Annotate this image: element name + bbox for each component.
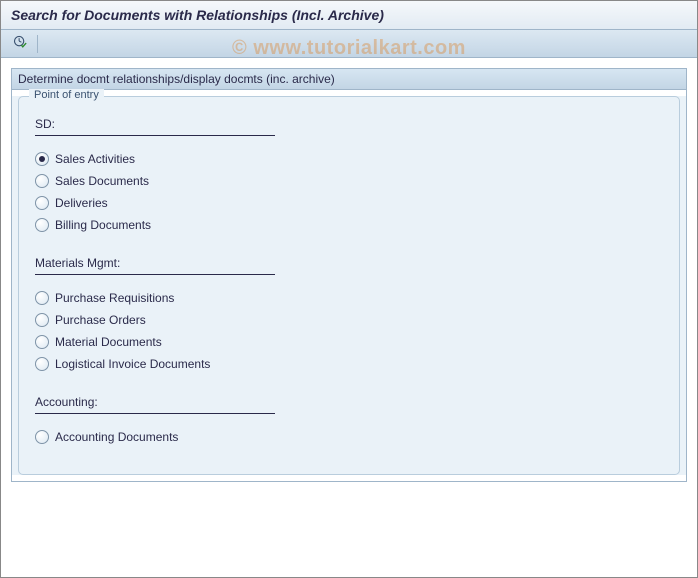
radio-billing-documents[interactable]: Billing Documents xyxy=(35,214,667,236)
radio-label: Purchase Orders xyxy=(55,313,146,327)
radio-icon xyxy=(35,357,49,371)
radio-icon xyxy=(35,313,49,327)
radio-purchase-orders[interactable]: Purchase Orders xyxy=(35,309,667,331)
radio-label: Sales Documents xyxy=(55,174,149,188)
radio-label: Billing Documents xyxy=(55,218,151,232)
radio-deliveries[interactable]: Deliveries xyxy=(35,192,667,214)
radio-label: Purchase Requisitions xyxy=(55,291,174,305)
radio-icon xyxy=(35,152,49,166)
radio-label: Logistical Invoice Documents xyxy=(55,357,210,371)
section-header-accounting: Accounting: xyxy=(31,389,667,413)
clock-check-icon xyxy=(13,35,27,52)
group-point-of-entry: Point of entry SD: Sales Activities Sale… xyxy=(18,96,680,475)
radio-list-mm: Purchase Requisitions Purchase Orders Ma… xyxy=(31,287,667,389)
toolbar-separator xyxy=(37,35,38,53)
main-panel: Determine docmt relationships/display do… xyxy=(11,68,687,482)
radio-label: Deliveries xyxy=(55,196,108,210)
section-header-sd: SD: xyxy=(31,111,667,135)
radio-icon xyxy=(35,335,49,349)
toolbar xyxy=(1,30,697,58)
radio-icon xyxy=(35,174,49,188)
radio-label: Material Documents xyxy=(55,335,162,349)
group-legend: Point of entry xyxy=(29,89,104,101)
radio-icon xyxy=(35,430,49,444)
panel-body: Point of entry SD: Sales Activities Sale… xyxy=(12,96,686,475)
radio-list-sd: Sales Activities Sales Documents Deliver… xyxy=(31,148,667,250)
section-underline xyxy=(35,135,275,136)
radio-icon xyxy=(35,291,49,305)
radio-label: Accounting Documents xyxy=(55,430,178,444)
section-underline xyxy=(35,274,275,275)
execute-button[interactable] xyxy=(9,34,31,54)
radio-accounting-documents[interactable]: Accounting Documents xyxy=(35,426,667,448)
radio-material-documents[interactable]: Material Documents xyxy=(35,331,667,353)
radio-sales-activities[interactable]: Sales Activities xyxy=(35,148,667,170)
radio-icon xyxy=(35,196,49,210)
page-title: Search for Documents with Relationships … xyxy=(11,7,687,23)
radio-logistical-invoice-documents[interactable]: Logistical Invoice Documents xyxy=(35,353,667,375)
radio-icon xyxy=(35,218,49,232)
radio-list-accounting: Accounting Documents xyxy=(31,426,667,462)
radio-purchase-requisitions[interactable]: Purchase Requisitions xyxy=(35,287,667,309)
radio-sales-documents[interactable]: Sales Documents xyxy=(35,170,667,192)
radio-label: Sales Activities xyxy=(55,152,135,166)
section-underline xyxy=(35,413,275,414)
section-header-mm: Materials Mgmt: xyxy=(31,250,667,274)
content-area: Determine docmt relationships/display do… xyxy=(1,58,697,492)
panel-title: Determine docmt relationships/display do… xyxy=(12,69,686,90)
title-bar: Search for Documents with Relationships … xyxy=(1,1,697,30)
